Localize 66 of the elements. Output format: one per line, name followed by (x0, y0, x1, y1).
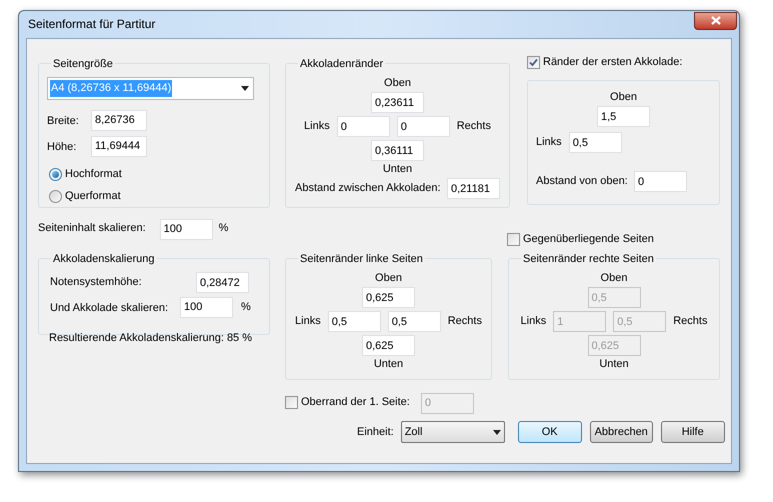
label: Einheit: (357, 426, 394, 438)
label: Oben (600, 272, 628, 285)
group-title: Akkoladenränder (300, 58, 384, 70)
label: Seiteninhalt skalieren: (38, 222, 146, 234)
label: Höhe: (47, 141, 76, 153)
input-field[interactable]: 0 (634, 171, 687, 192)
label: Oben (610, 91, 637, 104)
input-field[interactable]: 0 (396, 116, 450, 137)
input-field[interactable]: 0,625 (362, 287, 415, 308)
dialog-button[interactable]: Hilfe (660, 421, 725, 443)
dropdown-arrow-icon (492, 430, 501, 434)
label: Links (295, 315, 321, 328)
label: Und Akkolade skalieren: (50, 302, 168, 314)
label: Notensystemhöhe: (50, 276, 142, 289)
label: Querformat (65, 190, 121, 203)
label: Rechts (456, 120, 491, 133)
label: Hochformat (65, 168, 122, 181)
label: % (218, 222, 228, 234)
label: Rechts (673, 315, 708, 328)
label: Resultierende Akkoladenskalierung: 85 % (49, 332, 252, 344)
input-field[interactable]: 100 (180, 296, 233, 318)
group-title: Seitenränder linke Seiten (300, 253, 423, 265)
close-button[interactable] (694, 12, 737, 30)
input-field[interactable]: 0,625 (362, 335, 415, 356)
input-field[interactable]: 0,28472 (196, 272, 249, 293)
label: % (241, 300, 251, 314)
checkbox[interactable] (527, 56, 540, 68)
input-field[interactable]: 0,5 (568, 132, 622, 153)
radio-button[interactable] (49, 190, 62, 203)
checkbox[interactable] (507, 233, 520, 246)
label: Ränder der ersten Akkolade: (543, 56, 682, 68)
group-title: Seitenränder rechte Seiten (523, 253, 654, 265)
input-field[interactable]: 1,5 (597, 106, 650, 127)
label: Gegenüberliegende Seiten (523, 233, 654, 246)
label: Links (520, 315, 546, 328)
input-field[interactable]: 8,26736 (91, 110, 147, 130)
label: Unten (599, 358, 629, 371)
input-field[interactable]: 0,5 (388, 311, 441, 332)
input-field[interactable]: 0,23611 (371, 92, 424, 113)
window-title: Seitenformat für Partitur (28, 18, 156, 31)
label: Rechts (448, 315, 482, 328)
dialog-button[interactable]: OK (518, 421, 582, 443)
label: Abstand von oben: (536, 175, 628, 188)
group-title: Seitengröße (53, 58, 113, 70)
input-field[interactable]: 11,69444 (91, 136, 147, 156)
input-field[interactable]: 0 (336, 116, 390, 137)
label: Unten (374, 358, 404, 371)
close-icon (710, 16, 720, 25)
input-field[interactable]: 100 (160, 218, 213, 240)
label: Links (304, 120, 330, 133)
label: Breite: (47, 115, 79, 127)
input-field[interactable]: 0,36111 (371, 140, 424, 161)
input-field[interactable]: 0,5 (328, 311, 381, 332)
combo-value: A4 (8,26736 x 11,69444) (50, 80, 172, 97)
group-title: Akkoladenskalierung (53, 253, 155, 265)
unit-dropdown[interactable]: Zoll (400, 421, 505, 443)
label: Oben (375, 272, 402, 285)
label: Oberrand der 1. Seite: (301, 396, 410, 408)
dialog-button[interactable]: Abbrechen (590, 421, 653, 443)
radio-button[interactable] (49, 168, 62, 181)
input-field[interactable]: 0,21181 (447, 178, 500, 199)
label: Oben (384, 77, 411, 90)
label: Unten (382, 163, 412, 176)
label: Abstand zwischen Akkoladen: (295, 182, 441, 195)
label: Links (536, 136, 562, 149)
dropdown-arrow-icon (241, 86, 249, 91)
